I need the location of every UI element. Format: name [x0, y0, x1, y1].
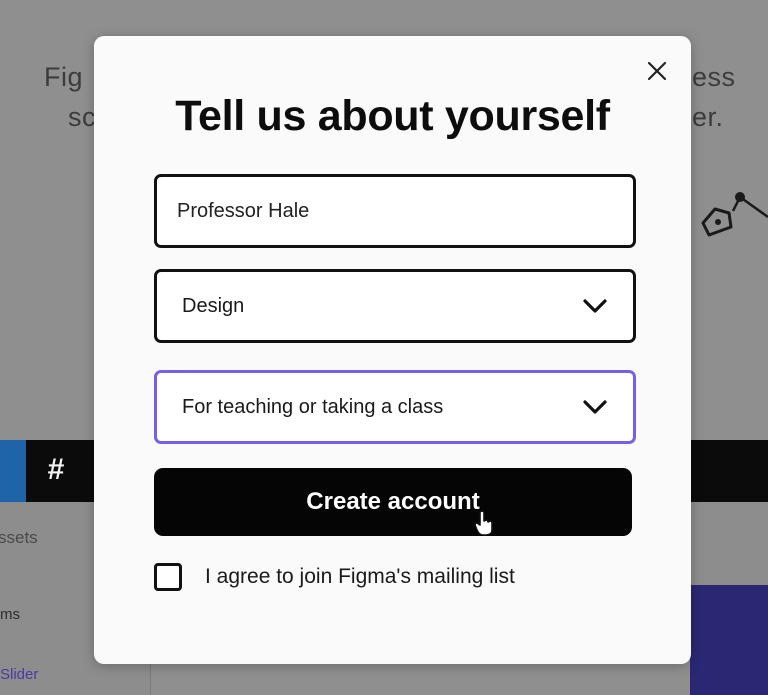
- assets-tab[interactable]: ssets: [0, 528, 38, 548]
- close-icon[interactable]: [644, 58, 670, 84]
- mailing-list-label[interactable]: I agree to join Figma's mailing list: [205, 563, 515, 591]
- hero-text-fragment: ess: [692, 62, 736, 92]
- hero-text-fragment: Fig: [44, 62, 84, 92]
- pen-tool-icon: [701, 192, 768, 237]
- name-input[interactable]: [157, 177, 633, 245]
- chevron-down-icon: [583, 400, 607, 414]
- canvas-shape: [690, 585, 768, 695]
- usage-select[interactable]: For teaching or taking a class: [154, 370, 636, 444]
- dialog-title: Tell us about yourself: [175, 92, 610, 140]
- panel-list-item[interactable]: ms: [0, 606, 20, 623]
- panel-list-item[interactable]: Slider: [0, 666, 38, 683]
- usage-select-value: For teaching or taking a class: [182, 395, 444, 418]
- mailing-list-checkbox[interactable]: [154, 563, 182, 591]
- hand-cursor-icon: [474, 510, 493, 536]
- chevron-down-icon: [583, 299, 607, 313]
- hero-text-fragment: sc: [68, 102, 96, 132]
- signup-dialog: Tell us about yourself Design For teachi…: [94, 36, 691, 664]
- hero-text-fragment: er.: [692, 102, 724, 132]
- create-account-button[interactable]: Create account: [154, 468, 632, 536]
- hash-frame-icon[interactable]: #: [40, 454, 72, 486]
- role-select[interactable]: Design: [154, 269, 636, 343]
- role-select-value: Design: [182, 294, 245, 317]
- move-tool-button[interactable]: [0, 440, 26, 502]
- create-account-label: Create account: [306, 488, 480, 515]
- name-field: [154, 174, 636, 248]
